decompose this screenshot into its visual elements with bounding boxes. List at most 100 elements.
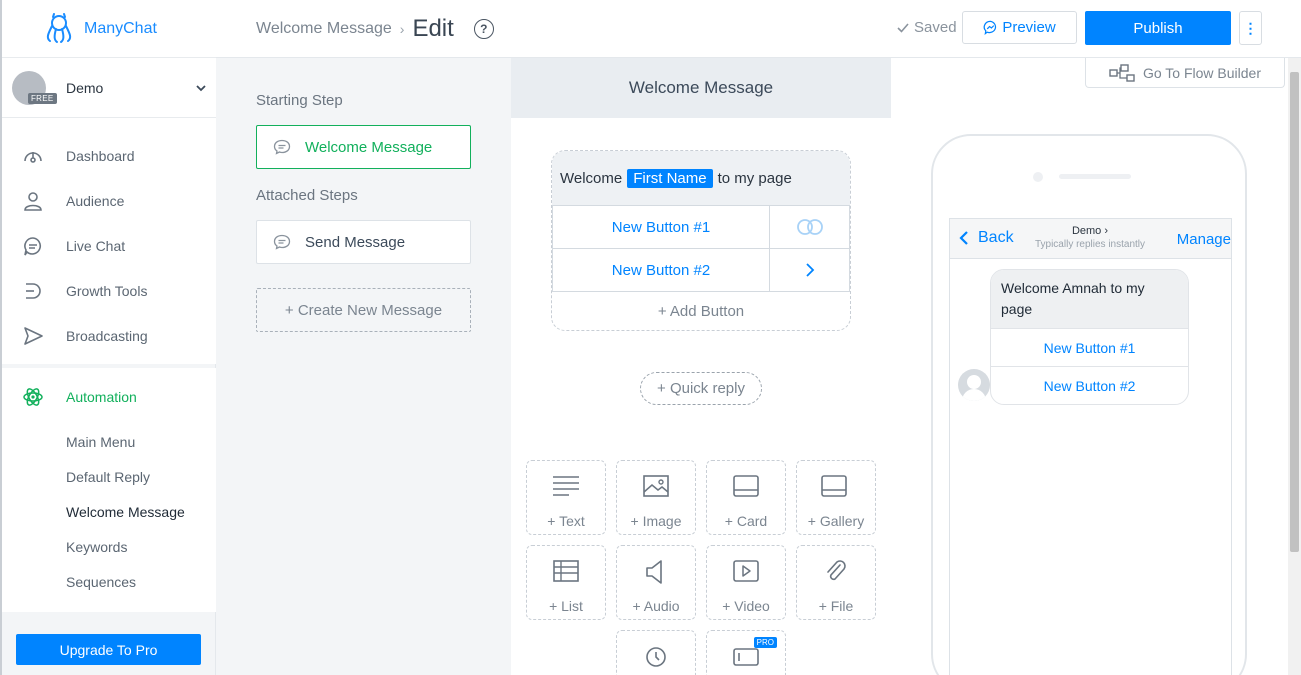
tile-label: + Audio — [632, 598, 680, 614]
more-options-icon[interactable]: ⋮ — [1239, 11, 1262, 45]
attached-steps-title: Attached Steps — [256, 187, 358, 204]
phone-speaker — [1059, 174, 1131, 179]
nav-item-growth-tools[interactable]: Growth Tools — [2, 268, 216, 313]
tile-label: + Text — [547, 513, 585, 529]
messenger-header: Back Demo › Typically replies instantly … — [950, 219, 1231, 259]
flow-builder-icon — [1109, 63, 1135, 82]
create-new-message-button[interactable]: + Create New Message — [256, 288, 471, 332]
bubble-text: Welcome Amnah to my page — [991, 270, 1188, 328]
message-button-1: New Button #1 — [552, 206, 850, 249]
nav-label: Broadcasting — [66, 327, 148, 344]
add-list-tile[interactable]: + List — [526, 545, 606, 620]
add-video-tile[interactable]: + Video — [706, 545, 786, 620]
chevron-right-icon[interactable] — [769, 249, 849, 291]
add-text-tile[interactable]: + Text — [526, 460, 606, 535]
nav-item-audience[interactable]: Audience — [2, 178, 216, 223]
page-title: Edit — [412, 15, 454, 42]
link-icon[interactable] — [769, 206, 849, 248]
content-tiles: + Text + Image + Card + Gallery + List +… — [526, 460, 876, 675]
tile-label: + File — [818, 598, 854, 614]
attached-step-label: Send Message — [305, 233, 406, 251]
messenger-title[interactable]: Demo › Typically replies instantly — [1010, 225, 1170, 250]
paperclip-icon — [827, 560, 846, 581]
tile-label: + List — [549, 598, 583, 614]
breadcrumb-parent[interactable]: Welcome Message — [256, 20, 392, 38]
automation-icon — [23, 387, 43, 406]
starting-step-card[interactable]: Welcome Message — [256, 125, 471, 169]
add-file-tile[interactable]: + File — [796, 545, 876, 620]
add-delay-tile[interactable] — [616, 630, 696, 675]
sub-item-welcome-message[interactable]: Welcome Message — [2, 494, 216, 529]
audio-icon — [646, 560, 662, 584]
page-avatar — [958, 369, 990, 401]
editor-title: Welcome Message — [511, 58, 891, 118]
message-text-after: to my page — [717, 169, 792, 187]
add-image-tile[interactable]: + Image — [616, 460, 696, 535]
text-icon — [553, 476, 579, 496]
message-button-label[interactable]: New Button #1 — [553, 206, 769, 248]
growth-tools-icon — [26, 282, 41, 299]
quick-reply-button[interactable]: + Quick reply — [640, 372, 762, 405]
add-card-tile[interactable]: + Card — [706, 460, 786, 535]
message-text-input[interactable]: Welcome First Name to my page — [552, 151, 850, 206]
scrollbar[interactable] — [1288, 58, 1301, 675]
add-audio-tile[interactable]: + Audio — [616, 545, 696, 620]
nav-item-broadcasting[interactable]: Broadcasting — [2, 313, 216, 358]
message-card: Welcome First Name to my page New Button… — [551, 150, 851, 331]
back-button[interactable]: Back — [958, 229, 1014, 247]
add-button[interactable]: + Add Button — [552, 292, 850, 330]
phone-mockup: Back Demo › Typically replies instantly … — [931, 134, 1247, 675]
nav-item-automation[interactable]: Automation — [2, 374, 216, 419]
manage-button[interactable]: Manage — [1177, 231, 1231, 248]
saved-label: Saved — [914, 19, 957, 36]
tile-label: + Gallery — [807, 513, 865, 529]
message-text-before: Welcome — [560, 169, 623, 187]
steps-panel: Starting Step Welcome Message Attached S… — [216, 58, 511, 675]
add-pro-tile[interactable]: PRO — [706, 630, 786, 675]
starting-step-title: Starting Step — [256, 92, 343, 109]
avatar-body — [962, 389, 986, 401]
preview-button[interactable]: Preview — [962, 11, 1077, 44]
bubble-button-1[interactable]: New Button #1 — [991, 328, 1188, 366]
automation-nav: Automation Main Menu Default Reply Welco… — [2, 368, 216, 612]
preview-panel: Go To Flow Builder Back Demo › Typically… — [891, 58, 1301, 675]
saved-status: Saved — [896, 19, 957, 36]
flow-builder-button[interactable]: Go To Flow Builder — [1085, 58, 1285, 88]
publish-button[interactable]: Publish — [1085, 11, 1231, 45]
bubble-button-2[interactable]: New Button #2 — [991, 366, 1188, 404]
nav-item-live-chat[interactable]: Live Chat — [2, 223, 216, 268]
checkmark-icon — [897, 22, 909, 33]
nav-item-dashboard[interactable]: Dashboard — [2, 133, 216, 178]
add-gallery-tile[interactable]: + Gallery — [796, 460, 876, 535]
sub-item-keywords[interactable]: Keywords — [2, 529, 216, 564]
account-switcher[interactable]: FREE Demo — [2, 58, 216, 118]
message-button-label[interactable]: New Button #2 — [553, 249, 769, 291]
sub-item-default-reply[interactable]: Default Reply — [2, 459, 216, 494]
starting-step-label: Welcome Message — [305, 138, 433, 156]
messenger-icon — [983, 20, 997, 35]
messenger-screen: Back Demo › Typically replies instantly … — [949, 218, 1232, 675]
help-icon[interactable]: ? — [473, 19, 494, 39]
reply-status: Typically replies instantly — [1034, 239, 1146, 250]
broadcasting-icon — [24, 326, 43, 345]
account-name: Demo — [66, 79, 104, 96]
upgrade-button[interactable]: Upgrade To Pro — [16, 634, 201, 665]
avatar-head — [967, 375, 981, 389]
first-name-variable[interactable]: First Name — [627, 168, 713, 188]
scrollbar-thumb[interactable] — [1290, 72, 1299, 552]
audience-icon — [24, 191, 42, 211]
flow-builder-label: Go To Flow Builder — [1142, 64, 1261, 81]
attached-step-card[interactable]: Send Message — [256, 220, 471, 264]
tile-label: + Image — [630, 513, 682, 529]
live-chat-icon — [24, 236, 42, 255]
sub-item-main-menu[interactable]: Main Menu — [2, 424, 216, 459]
message-icon — [273, 139, 291, 155]
breadcrumb-separator-icon: › — [399, 21, 405, 37]
brand[interactable]: ManyChat — [2, 0, 216, 58]
video-icon — [733, 560, 759, 582]
message-button-2: New Button #2 — [552, 249, 850, 292]
sub-item-sequences[interactable]: Sequences — [2, 564, 216, 599]
image-icon — [643, 475, 669, 497]
tile-label: + Card — [724, 513, 768, 529]
breadcrumb: Welcome Message › Edit ? — [256, 0, 494, 58]
